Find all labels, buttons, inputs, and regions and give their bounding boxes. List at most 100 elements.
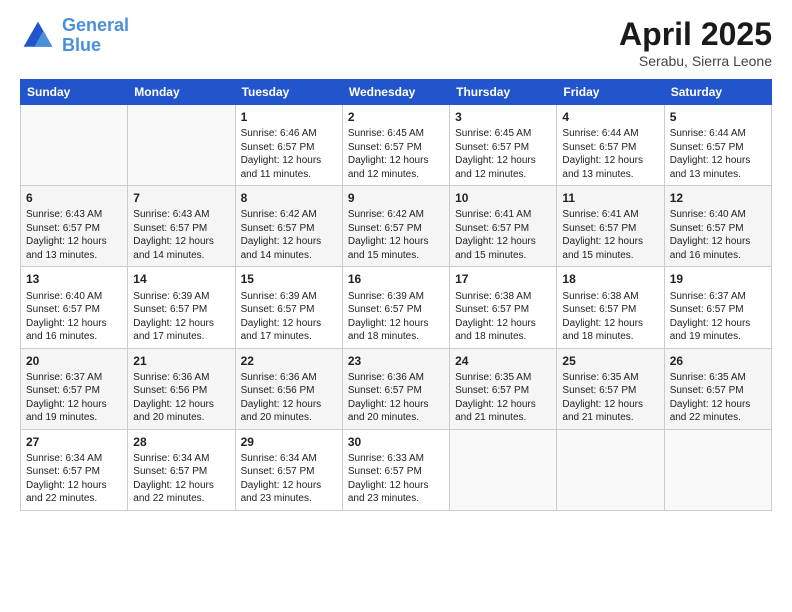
day-number: 3: [455, 109, 551, 125]
sunrise-text: Sunrise: 6:43 AM: [133, 208, 229, 222]
sunrise-text: Sunrise: 6:36 AM: [241, 371, 337, 385]
calendar-cell: 19Sunrise: 6:37 AMSunset: 6:57 PMDayligh…: [664, 267, 771, 348]
calendar-cell: 13Sunrise: 6:40 AMSunset: 6:57 PMDayligh…: [21, 267, 128, 348]
daylight-text: Daylight: 12 hours and 19 minutes.: [26, 398, 122, 425]
calendar-cell: 1Sunrise: 6:46 AMSunset: 6:57 PMDaylight…: [235, 105, 342, 186]
sunset-text: Sunset: 6:57 PM: [241, 141, 337, 155]
calendar-cell: 5Sunrise: 6:44 AMSunset: 6:57 PMDaylight…: [664, 105, 771, 186]
daylight-text: Daylight: 12 hours and 23 minutes.: [241, 479, 337, 506]
sunset-text: Sunset: 6:57 PM: [26, 303, 122, 317]
daylight-text: Daylight: 12 hours and 13 minutes.: [26, 235, 122, 262]
sunrise-text: Sunrise: 6:41 AM: [562, 208, 658, 222]
calendar-cell: 28Sunrise: 6:34 AMSunset: 6:57 PMDayligh…: [128, 429, 235, 510]
day-number: 20: [26, 353, 122, 369]
sunrise-text: Sunrise: 6:35 AM: [455, 371, 551, 385]
sunset-text: Sunset: 6:57 PM: [562, 384, 658, 398]
calendar-cell: 9Sunrise: 6:42 AMSunset: 6:57 PMDaylight…: [342, 186, 449, 267]
sunset-text: Sunset: 6:57 PM: [670, 141, 766, 155]
day-number: 21: [133, 353, 229, 369]
sunset-text: Sunset: 6:57 PM: [562, 141, 658, 155]
calendar-cell: 20Sunrise: 6:37 AMSunset: 6:57 PMDayligh…: [21, 348, 128, 429]
day-number: 28: [133, 434, 229, 450]
sunset-text: Sunset: 6:57 PM: [133, 303, 229, 317]
calendar-cell: 10Sunrise: 6:41 AMSunset: 6:57 PMDayligh…: [450, 186, 557, 267]
logo-blue: Blue: [62, 35, 101, 55]
day-number: 15: [241, 271, 337, 287]
sunset-text: Sunset: 6:57 PM: [241, 303, 337, 317]
daylight-text: Daylight: 12 hours and 23 minutes.: [348, 479, 444, 506]
sunset-text: Sunset: 6:57 PM: [348, 384, 444, 398]
day-number: 12: [670, 190, 766, 206]
calendar-week-row: 6Sunrise: 6:43 AMSunset: 6:57 PMDaylight…: [21, 186, 772, 267]
calendar-cell: 2Sunrise: 6:45 AMSunset: 6:57 PMDaylight…: [342, 105, 449, 186]
calendar-cell: 7 Sunrise: 6:43 AMSunset: 6:57 PMDaylight…: [128, 186, 235, 267]
calendar-cell: 17Sunrise: 6:38 AMSunset: 6:57 PMDayligh…: [450, 267, 557, 348]
sunset-text: Sunset: 6:57 PM: [455, 303, 551, 317]
sunrise-text: Sunrise: 6:34 AM: [241, 452, 337, 466]
sunset-text: Sunset: 6:57 PM: [133, 222, 229, 236]
sunset-text: Sunset: 6:57 PM: [241, 222, 337, 236]
sunrise-text: Sunrise: 6:41 AM: [455, 208, 551, 222]
calendar-cell: 3 Sunrise: 6:45 AMSunset: 6:57 PMDaylight…: [450, 105, 557, 186]
calendar-week-row: 13Sunrise: 6:40 AMSunset: 6:57 PMDayligh…: [21, 267, 772, 348]
sunrise-text: Sunrise: 6:45 AM: [455, 127, 551, 141]
daylight-text: Daylight: 12 hours and 18 minutes.: [455, 317, 551, 344]
sunrise-text: Sunrise: 6:39 AM: [348, 290, 444, 304]
day-header-monday: Monday: [128, 80, 235, 105]
sunset-text: Sunset: 6:57 PM: [455, 141, 551, 155]
day-number: 23: [348, 353, 444, 369]
day-number: 7: [133, 190, 229, 206]
sunrise-text: Sunrise: 6:38 AM: [562, 290, 658, 304]
sunset-text: Sunset: 6:57 PM: [670, 222, 766, 236]
calendar-cell: 18Sunrise: 6:38 AMSunset: 6:57 PMDayligh…: [557, 267, 664, 348]
calendar-cell: [128, 105, 235, 186]
calendar-cell: [664, 429, 771, 510]
logo-text: General Blue: [62, 16, 129, 56]
calendar-table: SundayMondayTuesdayWednesdayThursdayFrid…: [20, 79, 772, 511]
sunrise-text: Sunrise: 6:40 AM: [26, 290, 122, 304]
day-number: 6: [26, 190, 122, 206]
sunrise-text: Sunrise: 6:37 AM: [670, 290, 766, 304]
sunset-text: Sunset: 6:56 PM: [241, 384, 337, 398]
daylight-text: Daylight: 12 hours and 12 minutes.: [455, 154, 551, 181]
day-number: 18: [562, 271, 658, 287]
daylight-text: Daylight: 12 hours and 15 minutes.: [348, 235, 444, 262]
page: General Blue April 2025 Serabu, Sierra L…: [0, 0, 792, 612]
daylight-text: Daylight: 12 hours and 21 minutes.: [562, 398, 658, 425]
calendar-header-row: SundayMondayTuesdayWednesdayThursdayFrid…: [21, 80, 772, 105]
day-number: 2: [348, 109, 444, 125]
day-number: 27: [26, 434, 122, 450]
logo-general: General: [62, 15, 129, 35]
daylight-text: Daylight: 12 hours and 19 minutes.: [670, 317, 766, 344]
calendar-cell: 25Sunrise: 6:35 AMSunset: 6:57 PMDayligh…: [557, 348, 664, 429]
daylight-text: Daylight: 12 hours and 13 minutes.: [670, 154, 766, 181]
sunrise-text: Sunrise: 6:35 AM: [670, 371, 766, 385]
daylight-text: Daylight: 12 hours and 20 minutes.: [348, 398, 444, 425]
calendar-cell: 15Sunrise: 6:39 AMSunset: 6:57 PMDayligh…: [235, 267, 342, 348]
daylight-text: Daylight: 12 hours and 20 minutes.: [133, 398, 229, 425]
day-header-wednesday: Wednesday: [342, 80, 449, 105]
daylight-text: Daylight: 12 hours and 14 minutes.: [133, 235, 229, 262]
calendar-cell: 22Sunrise: 6:36 AMSunset: 6:56 PMDayligh…: [235, 348, 342, 429]
calendar-week-row: 27Sunrise: 6:34 AMSunset: 6:57 PMDayligh…: [21, 429, 772, 510]
daylight-text: Daylight: 12 hours and 17 minutes.: [241, 317, 337, 344]
logo: General Blue: [20, 16, 129, 56]
sunrise-text: Sunrise: 6:34 AM: [26, 452, 122, 466]
sunrise-text: Sunrise: 6:42 AM: [348, 208, 444, 222]
daylight-text: Daylight: 12 hours and 11 minutes.: [241, 154, 337, 181]
sunrise-text: Sunrise: 6:45 AM: [348, 127, 444, 141]
day-number: 8: [241, 190, 337, 206]
sunset-text: Sunset: 6:57 PM: [26, 222, 122, 236]
day-number: 17: [455, 271, 551, 287]
calendar-cell: 8Sunrise: 6:42 AMSunset: 6:57 PMDaylight…: [235, 186, 342, 267]
day-number: 4: [562, 109, 658, 125]
sunrise-text: Sunrise: 6:37 AM: [26, 371, 122, 385]
sunset-text: Sunset: 6:57 PM: [348, 465, 444, 479]
calendar-title: April 2025: [619, 16, 772, 53]
sunset-text: Sunset: 6:56 PM: [133, 384, 229, 398]
day-header-tuesday: Tuesday: [235, 80, 342, 105]
calendar-cell: 26Sunrise: 6:35 AMSunset: 6:57 PMDayligh…: [664, 348, 771, 429]
day-number: 11: [562, 190, 658, 206]
sunset-text: Sunset: 6:57 PM: [562, 303, 658, 317]
daylight-text: Daylight: 12 hours and 18 minutes.: [348, 317, 444, 344]
